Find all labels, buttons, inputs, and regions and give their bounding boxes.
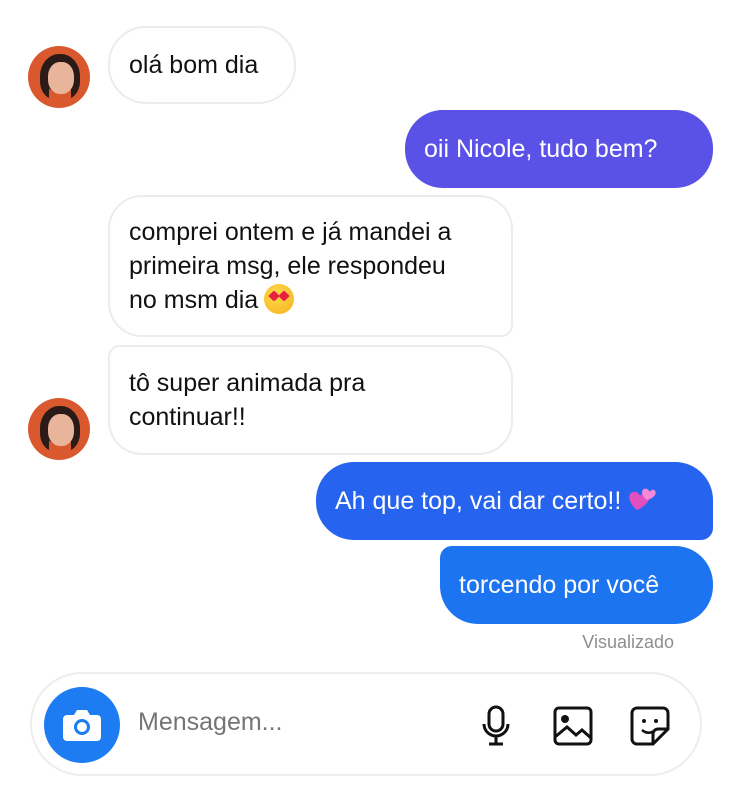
message-line: comprei ontem e já mandei a (129, 218, 452, 246)
message-text: Ah que top, vai dar certo!! (335, 487, 622, 515)
message-bubble-outgoing[interactable]: torcendo por você (440, 546, 713, 624)
message-input[interactable] (138, 708, 438, 737)
message-line: continuar!! (129, 403, 246, 431)
two-hearts-emoji-icon (627, 484, 657, 514)
message-bubble-incoming[interactable]: tô super animada pra continuar!! (108, 345, 513, 455)
message-composer (30, 672, 702, 776)
message-bubble-outgoing[interactable]: oii Nicole, tudo bem? (405, 110, 713, 188)
heart-eyes-emoji-icon (264, 284, 295, 315)
message-line: tô super animada pra (129, 369, 366, 397)
microphone-button[interactable] (474, 704, 518, 748)
gallery-button[interactable] (551, 704, 595, 748)
message-line-with-emoji: no msm dia (129, 283, 295, 317)
sticker-button[interactable] (628, 704, 672, 748)
message-text: olá bom dia (129, 51, 259, 79)
camera-button[interactable] (44, 687, 120, 763)
message-text: oii Nicole, tudo bem? (424, 135, 658, 163)
sticker-icon (630, 706, 670, 746)
message-bubble-outgoing[interactable]: Ah que top, vai dar certo!! (316, 462, 713, 540)
avatar-face (48, 62, 74, 94)
contact-avatar[interactable] (28, 46, 90, 108)
microphone-icon (482, 705, 510, 746)
seen-status: Visualizado (582, 632, 674, 652)
gallery-icon (553, 706, 593, 746)
contact-avatar[interactable] (28, 398, 90, 460)
message-line: primeira msg, ele respondeu (129, 252, 446, 280)
camera-icon (63, 710, 101, 741)
message-text: torcendo por você (459, 571, 660, 599)
avatar-face (48, 414, 74, 446)
message-bubble-incoming[interactable]: comprei ontem e já mandei a primeira msg… (108, 195, 513, 337)
message-bubble-incoming[interactable]: olá bom dia (108, 26, 296, 104)
